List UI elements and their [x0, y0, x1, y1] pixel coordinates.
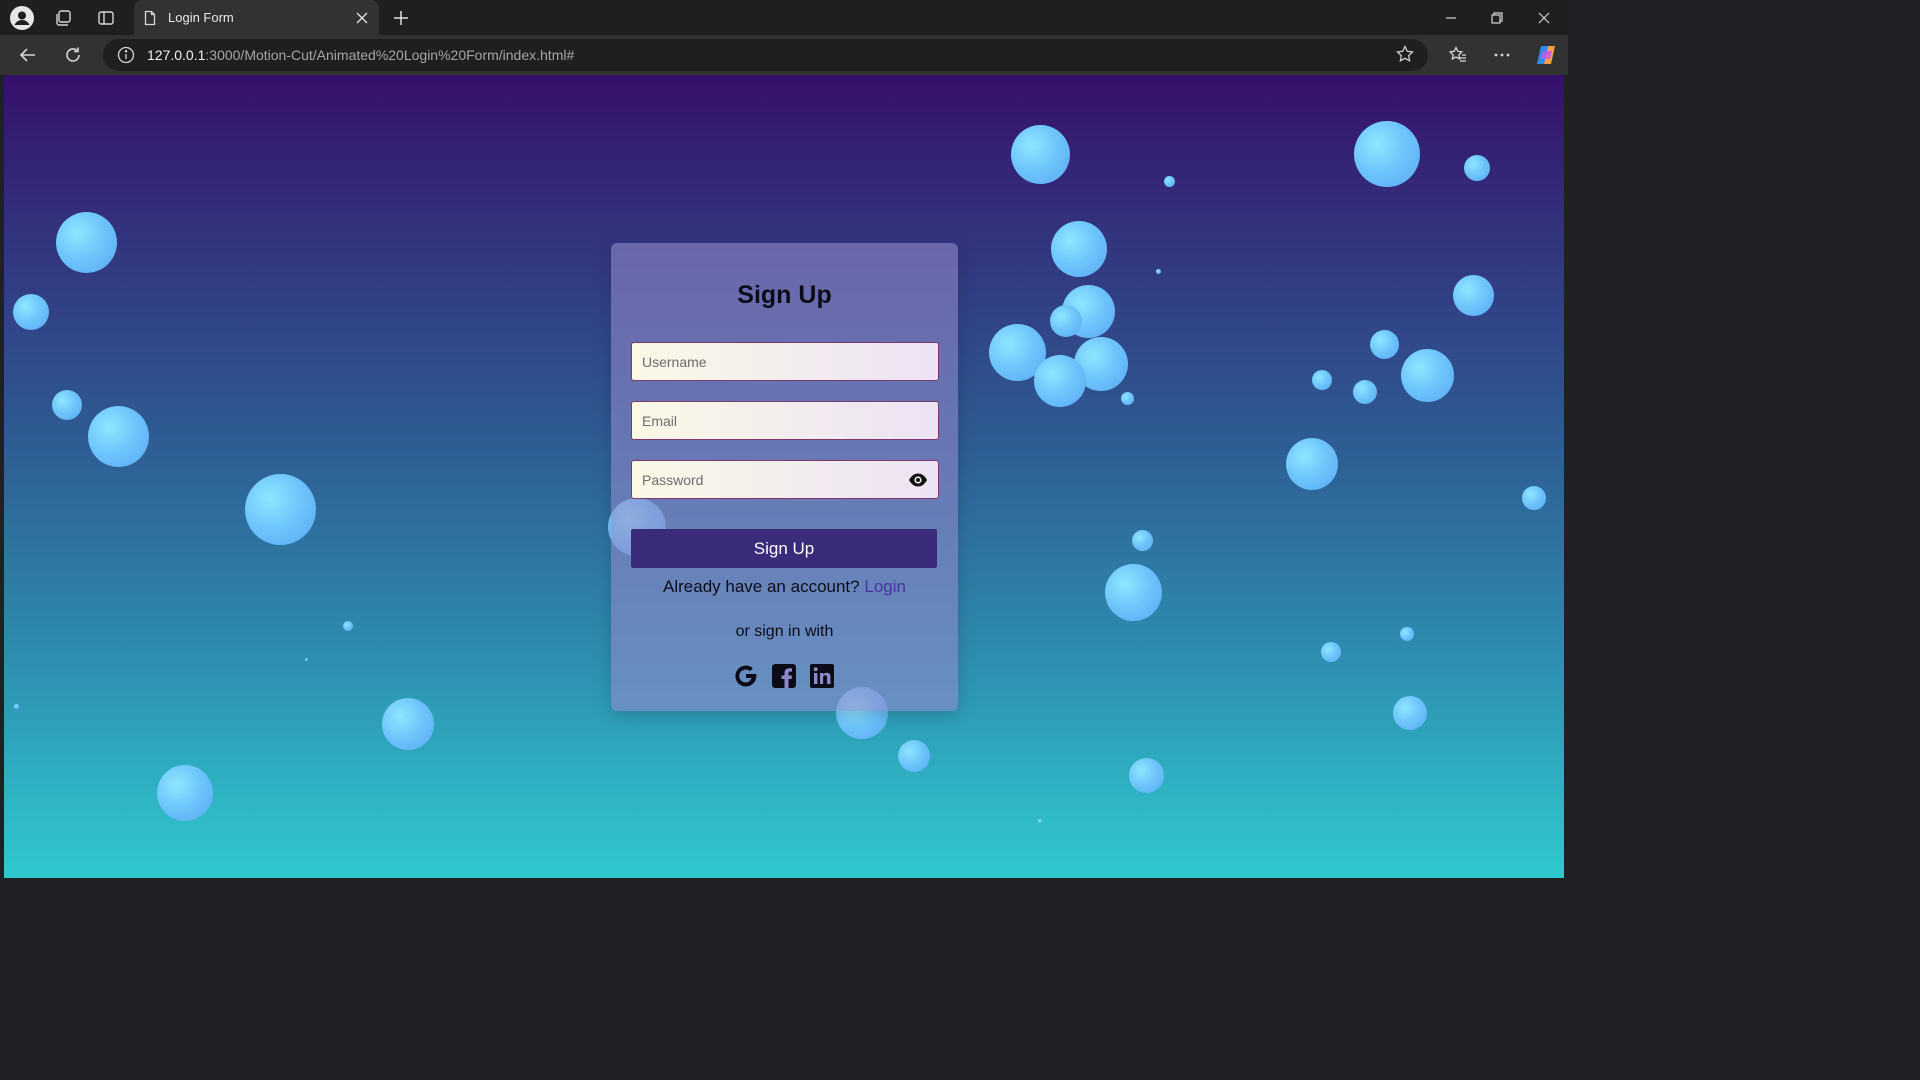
- refresh-icon[interactable]: [58, 40, 88, 70]
- form-title: Sign Up: [737, 281, 832, 309]
- bubble: [1105, 564, 1162, 621]
- bubble: [1164, 176, 1175, 187]
- bubble: [1156, 269, 1161, 274]
- minimize-icon[interactable]: [1428, 0, 1474, 35]
- password-input[interactable]: Password: [631, 460, 939, 499]
- username-placeholder: Username: [642, 353, 707, 370]
- bubble: [1129, 758, 1164, 793]
- signup-card: Sign Up Username Email Password Sign Up …: [611, 243, 958, 711]
- bubble: [1011, 125, 1070, 184]
- login-link[interactable]: Login: [864, 577, 906, 596]
- email-placeholder: Email: [642, 412, 678, 429]
- bubble: [343, 621, 353, 631]
- bubble: [56, 212, 117, 273]
- bubble: [1312, 370, 1332, 390]
- copilot-icon[interactable]: [1531, 40, 1561, 70]
- page-viewport: Sign Up Username Email Password Sign Up …: [4, 75, 1564, 878]
- bubble: [1353, 380, 1377, 404]
- or-sign-in-text: or sign in with: [735, 623, 834, 640]
- page-icon: [144, 10, 156, 25]
- bubble: [13, 294, 49, 330]
- bubble: [1050, 305, 1082, 337]
- bubble: [1038, 819, 1042, 823]
- bubble: [1132, 530, 1153, 551]
- bubble: [1401, 349, 1454, 402]
- bubble: [1370, 330, 1399, 359]
- bubble: [245, 474, 316, 545]
- bubble: [14, 704, 19, 709]
- browser-tab-bar: Login Form: [0, 0, 1568, 35]
- restore-icon[interactable]: [1474, 0, 1520, 35]
- bubble: [1286, 438, 1338, 490]
- bubble: [382, 698, 434, 750]
- social-login-row: [733, 663, 837, 691]
- bubble: [898, 740, 930, 772]
- linkedin-icon[interactable]: [809, 663, 835, 689]
- new-tab-icon[interactable]: [388, 5, 414, 31]
- favorite-star-icon[interactable]: [1396, 44, 1414, 66]
- bubble: [1051, 221, 1107, 277]
- bubble: [1354, 121, 1420, 187]
- username-input[interactable]: Username: [631, 342, 939, 381]
- profile-icon[interactable]: [9, 5, 35, 31]
- vertical-tabs-icon[interactable]: [93, 5, 119, 31]
- favorites-icon[interactable]: [1443, 40, 1473, 70]
- close-tab-icon[interactable]: [349, 5, 375, 31]
- tab-title: Login Form: [168, 10, 234, 25]
- signup-button[interactable]: Sign Up: [631, 529, 937, 568]
- bubble: [1464, 155, 1490, 181]
- bubble: [305, 658, 308, 661]
- more-options-icon[interactable]: [1487, 40, 1517, 70]
- have-account-text: Already have an account?: [663, 577, 860, 596]
- bubble: [88, 406, 149, 467]
- address-bar[interactable]: 127.0.0.1:3000/Motion-Cut/Animated%20Log…: [103, 39, 1428, 71]
- facebook-icon[interactable]: [771, 663, 797, 689]
- show-password-eye-icon[interactable]: [908, 472, 928, 488]
- bubble: [1400, 627, 1414, 641]
- close-window-icon[interactable]: [1521, 0, 1567, 35]
- url-host: 127.0.0.1: [147, 47, 206, 63]
- google-icon[interactable]: [733, 663, 759, 689]
- site-info-icon[interactable]: [117, 46, 135, 64]
- have-account-line: Already have an account? Login: [611, 577, 958, 597]
- bubble: [1121, 392, 1134, 405]
- bubble: [1393, 696, 1427, 730]
- bubble: [1034, 355, 1086, 407]
- workspaces-icon[interactable]: [50, 5, 76, 31]
- bubble: [1453, 275, 1494, 316]
- password-placeholder: Password: [642, 471, 704, 488]
- email-input[interactable]: Email: [631, 401, 939, 440]
- bubble: [52, 390, 82, 420]
- active-tab[interactable]: Login Form: [134, 0, 379, 35]
- browser-toolbar: 127.0.0.1:3000/Motion-Cut/Animated%20Log…: [0, 35, 1568, 75]
- bubble: [1321, 642, 1341, 662]
- bubble: [1522, 486, 1546, 510]
- bubble: [157, 765, 213, 821]
- url-path: :3000/Motion-Cut/Animated%20Login%20Form…: [205, 47, 575, 63]
- back-icon[interactable]: [13, 40, 43, 70]
